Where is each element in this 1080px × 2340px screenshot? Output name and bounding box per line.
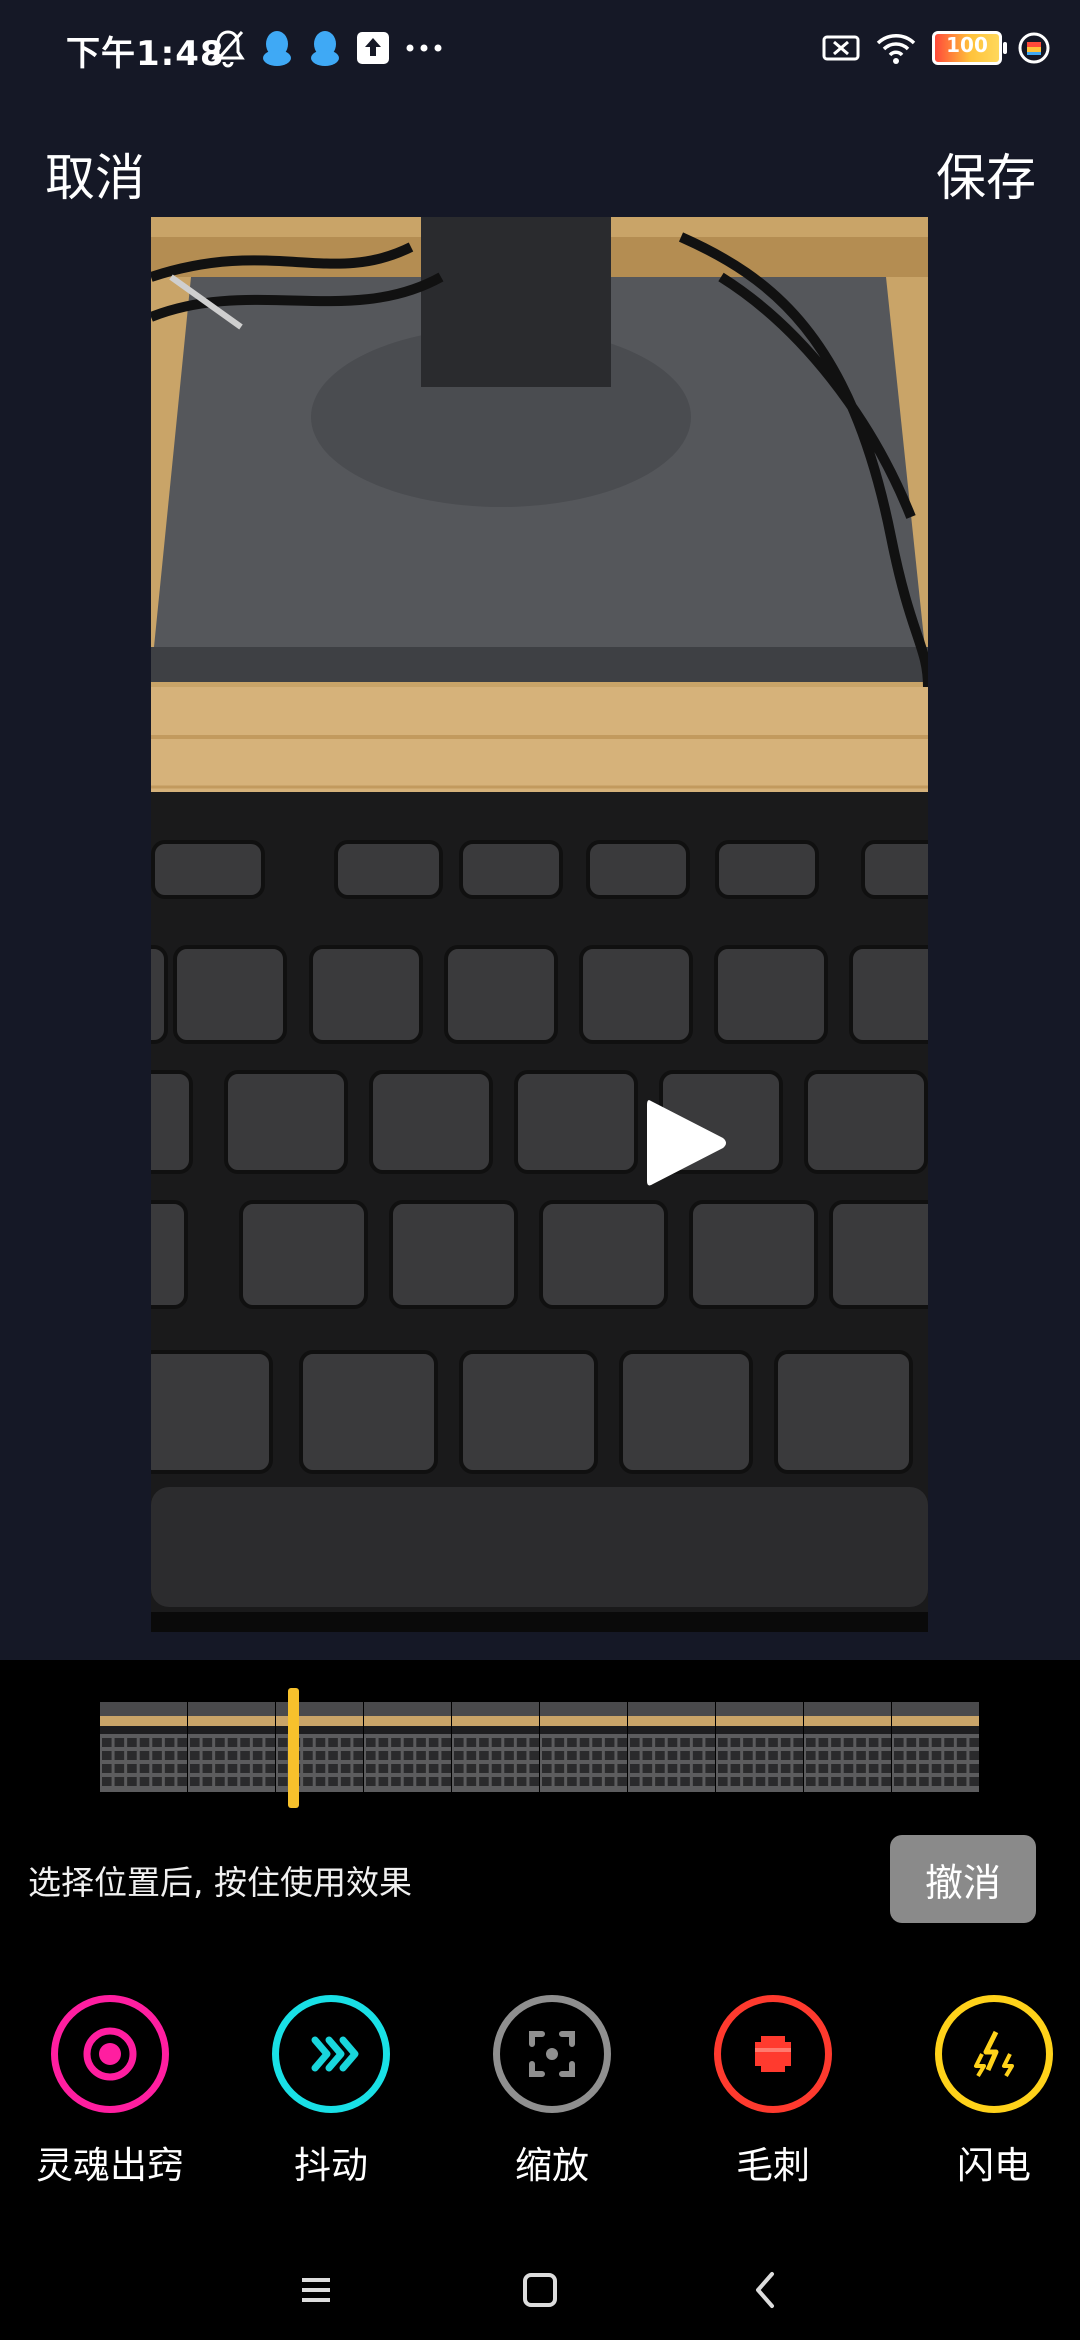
effect-zoom-ring [493, 1995, 611, 2113]
keyboard-key [224, 1070, 348, 1174]
keyboard-key [689, 1200, 818, 1309]
keyboard-key [715, 840, 819, 899]
keyboard-key [514, 1070, 638, 1174]
effect-shake[interactable]: 抖动 [231, 1995, 431, 2189]
bell-off-icon [211, 30, 245, 68]
wifi-icon [876, 34, 916, 64]
app-badge-icon [1018, 32, 1050, 64]
timeline-frame [628, 1702, 715, 1792]
menu-icon[interactable] [286, 2260, 346, 2320]
keyboard-key [849, 945, 928, 1044]
timeline-frame [892, 1702, 979, 1792]
timeline-frame [100, 1702, 187, 1792]
keyboard-key [309, 945, 423, 1044]
navigation-bar [0, 2240, 1080, 2340]
keyboard-key [829, 1200, 928, 1309]
keyboard-key [586, 840, 690, 899]
effect-glitch-ring [714, 1995, 832, 2113]
more-dots-icon [406, 44, 442, 52]
status-time: 下午1:48 [66, 34, 225, 74]
effect-lightning-label: 闪电 [957, 2144, 1031, 2187]
timeline-frame [364, 1702, 451, 1792]
timeline-frame [540, 1702, 627, 1792]
keyboard-key [334, 840, 443, 899]
save-button[interactable]: 保存 [936, 138, 1036, 210]
status-left-icons [210, 26, 444, 70]
cancel-button[interactable]: 取消 [45, 138, 145, 210]
effect-zoom-label: 缩放 [515, 2144, 589, 2187]
soul-icon [83, 2027, 137, 2081]
effect-soul[interactable]: 灵魂出窍 [10, 1995, 210, 2189]
upload-icon [357, 32, 389, 64]
effect-shake-ring [272, 1995, 390, 2113]
timeline-frame [804, 1702, 891, 1792]
keyboard-key [369, 1070, 493, 1174]
keyboard-key [579, 945, 693, 1044]
keyboard-key [539, 1200, 668, 1309]
timeline-thumbnails [100, 1702, 979, 1792]
undo-button[interactable]: 撤消 [890, 1835, 1036, 1923]
effect-glitch[interactable]: 毛刺 [673, 1995, 873, 2189]
battery-level: 100 [946, 33, 988, 57]
shake-icon [311, 2036, 359, 2072]
keyboard-key [151, 1070, 193, 1174]
keyboard-key [151, 1350, 273, 1474]
effect-soul-label: 灵魂出窍 [36, 2144, 184, 2187]
effects-bar: 灵魂出窍 抖动 缩放 毛刺 闪电 [0, 1995, 1080, 2195]
status-right-icons: 100 [822, 26, 1050, 70]
keyboard-key [151, 1200, 188, 1309]
effect-glitch-label: 毛刺 [736, 2144, 810, 2187]
timeline-frame [188, 1702, 275, 1792]
status-bar: 下午1:48 100 [0, 0, 1080, 100]
keyboard-key [774, 1350, 913, 1474]
timeline-frame [716, 1702, 803, 1792]
qq-icon [311, 31, 339, 66]
lightning-icon [974, 2030, 1014, 2078]
keyboard-keys [151, 840, 928, 1474]
qq-icon [263, 31, 291, 66]
play-icon[interactable] [639, 1093, 729, 1193]
keyboard-key [804, 1070, 928, 1174]
home-icon[interactable] [510, 2260, 570, 2320]
video-preview[interactable] [151, 217, 928, 1632]
keyboard-key [151, 840, 265, 899]
effect-soul-ring [51, 1995, 169, 2113]
zoom-icon [529, 2031, 575, 2077]
keyboard-key [861, 840, 928, 899]
glitch-icon [755, 2036, 791, 2072]
effect-zoom[interactable]: 缩放 [452, 1995, 652, 2189]
keyboard-key [459, 1350, 598, 1474]
effect-shake-label: 抖动 [294, 2144, 368, 2187]
sim-off-icon [822, 35, 860, 61]
keyboard-key [389, 1200, 518, 1309]
timeline-frame [452, 1702, 539, 1792]
keyboard-key [714, 945, 828, 1044]
hint-text: 选择位置后, 按住使用效果 [28, 1863, 412, 1902]
keyboard-key [619, 1350, 753, 1474]
keyboard-key [173, 945, 287, 1044]
keyboard-key [239, 1200, 368, 1309]
back-icon[interactable] [736, 2260, 796, 2320]
keyboard-key [444, 945, 558, 1044]
timeline-strip[interactable] [100, 1702, 980, 1792]
keyboard-key [299, 1350, 438, 1474]
battery-icon: 100 [932, 31, 1007, 65]
keyboard-key [151, 945, 168, 1044]
keyboard-key [459, 840, 563, 899]
effect-lightning[interactable]: 闪电 [894, 1995, 1080, 2189]
timeline-playhead[interactable] [288, 1688, 299, 1808]
effect-lightning-ring [935, 1995, 1053, 2113]
